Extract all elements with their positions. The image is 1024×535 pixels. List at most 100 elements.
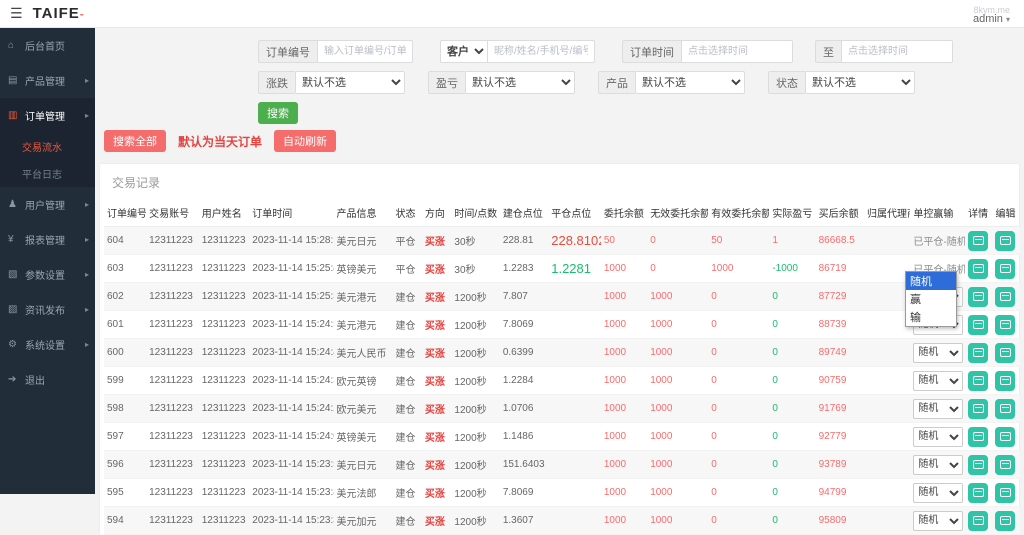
- edit-button[interactable]: [995, 315, 1015, 335]
- cell-status: 建仓: [392, 507, 421, 535]
- win-mode-select[interactable]: 随机: [913, 427, 963, 447]
- win-mode-select[interactable]: 随机: [913, 399, 963, 419]
- card-icon: [973, 348, 984, 357]
- detail-button[interactable]: [968, 399, 988, 419]
- sidebar-item-user[interactable]: ♟用户管理▸: [0, 187, 95, 222]
- cell-name: 12311223: [199, 311, 250, 339]
- win-mode-select[interactable]: 随机: [913, 343, 963, 363]
- win-mode-select[interactable]: 随机: [913, 455, 963, 475]
- edit-button[interactable]: [995, 511, 1015, 531]
- hamburger-icon[interactable]: ☰: [0, 5, 33, 22]
- cell-direction: 买涨: [422, 339, 451, 367]
- edit-button[interactable]: [995, 371, 1015, 391]
- sidebar-item-logout[interactable]: ➔退出: [0, 362, 95, 397]
- win-mode-select[interactable]: 随机: [913, 511, 963, 531]
- auto-refresh-button[interactable]: 自动刷新: [274, 130, 336, 152]
- cell-time: 2023-11-14 15:23:46: [249, 479, 333, 507]
- search-all-button[interactable]: 搜索全部: [104, 130, 166, 152]
- cell-detail: [965, 479, 992, 507]
- order-no-input[interactable]: [317, 40, 413, 63]
- card-icon: [973, 460, 984, 469]
- detail-button[interactable]: [968, 483, 988, 503]
- detail-button[interactable]: [968, 371, 988, 391]
- sidebar-subitem-trade-flow[interactable]: 交易流水: [0, 133, 95, 160]
- cell-invalid: 1000: [647, 395, 708, 423]
- cell-duration: 1200秒: [451, 479, 499, 507]
- search-button[interactable]: 搜索: [258, 102, 298, 124]
- params-icon: ▧: [8, 269, 22, 280]
- sidebar-subitem-platform-log[interactable]: 平台日志: [0, 160, 95, 187]
- cell-entrust: 1000: [601, 507, 647, 535]
- product-select[interactable]: 默认不选: [635, 71, 745, 94]
- cell-valid: 0: [708, 451, 769, 479]
- detail-button[interactable]: [968, 259, 988, 279]
- detail-button[interactable]: [968, 231, 988, 251]
- detail-button[interactable]: [968, 343, 988, 363]
- sidebar-item-news[interactable]: ▨资讯发布▸: [0, 292, 95, 327]
- edit-button[interactable]: [995, 287, 1015, 307]
- customer-type-select[interactable]: 客户: [440, 40, 487, 63]
- sidebar-item-label: 报表管理: [25, 232, 85, 247]
- sidebar-item-product[interactable]: ▤产品管理▸: [0, 63, 95, 98]
- cell-profit: 0: [769, 479, 815, 507]
- sidebar-item-home[interactable]: ⌂后台首页: [0, 28, 95, 63]
- status-select[interactable]: 默认不选: [805, 71, 915, 94]
- rise-fall-select[interactable]: 默认不选: [295, 71, 405, 94]
- table-row: 59912311223123112232023-11-14 15:24:33欧元…: [104, 367, 1020, 395]
- column-header: 建仓点位: [500, 199, 548, 227]
- cell-id: 596: [104, 451, 146, 479]
- profit-select[interactable]: 默认不选: [465, 71, 575, 94]
- sidebar-item-system[interactable]: ⚙系统设置▸: [0, 327, 95, 362]
- dropdown-option-lose[interactable]: 输: [906, 308, 956, 326]
- card-icon: [1000, 348, 1011, 357]
- card-icon: [973, 404, 984, 413]
- cell-open: 7.8069: [500, 479, 548, 507]
- cell-edit: [992, 395, 1020, 423]
- logout-icon: ➔: [8, 374, 22, 385]
- dropdown-option-win[interactable]: 赢: [906, 290, 956, 308]
- edit-button[interactable]: [995, 259, 1015, 279]
- edit-button[interactable]: [995, 427, 1015, 447]
- time-to-input[interactable]: [841, 40, 953, 63]
- cell-account: 12311223: [146, 283, 199, 311]
- column-header: 用户姓名: [199, 199, 250, 227]
- cell-profit: 0: [769, 367, 815, 395]
- cell-account: 12311223: [146, 479, 199, 507]
- cell-product: 英镑美元: [334, 423, 393, 451]
- detail-button[interactable]: [968, 455, 988, 475]
- cell-product: 欧元美元: [334, 395, 393, 423]
- edit-button[interactable]: [995, 483, 1015, 503]
- sidebar-item-params[interactable]: ▧参数设置▸: [0, 257, 95, 292]
- cell-entrust: 1000: [601, 255, 647, 283]
- admin-menu[interactable]: admin ▾: [973, 15, 1010, 24]
- detail-button[interactable]: [968, 511, 988, 531]
- edit-button[interactable]: [995, 399, 1015, 419]
- column-header: 买后余额: [816, 199, 864, 227]
- dropdown-option-random[interactable]: 随机: [906, 272, 956, 290]
- win-mode-select[interactable]: 随机: [913, 371, 963, 391]
- sidebar-item-report[interactable]: ¥报表管理▸: [0, 222, 95, 257]
- cell-name: 12311223: [199, 255, 250, 283]
- customer-input[interactable]: [487, 40, 595, 63]
- cell-win: 随机: [910, 423, 965, 451]
- profit-group: 盈亏 默认不选: [428, 71, 575, 94]
- cell-close: [548, 367, 601, 395]
- detail-button[interactable]: [968, 287, 988, 307]
- card-icon: [1000, 488, 1011, 497]
- cell-agent: [864, 311, 910, 339]
- sidebar-item-order[interactable]: ▥订单管理▸: [0, 98, 95, 133]
- cell-balance: 95809: [816, 507, 864, 535]
- card-icon: [973, 488, 984, 497]
- detail-button[interactable]: [968, 315, 988, 335]
- win-mode-select[interactable]: 随机: [913, 483, 963, 503]
- product-group: 产品 默认不选: [598, 71, 745, 94]
- cell-status: 建仓: [392, 339, 421, 367]
- cell-agent: [864, 283, 910, 311]
- edit-button[interactable]: [995, 231, 1015, 251]
- detail-button[interactable]: [968, 427, 988, 447]
- edit-button[interactable]: [995, 455, 1015, 475]
- edit-button[interactable]: [995, 343, 1015, 363]
- card-icon: [1000, 236, 1011, 245]
- time-from-input[interactable]: [681, 40, 793, 63]
- card-icon: [1000, 516, 1011, 525]
